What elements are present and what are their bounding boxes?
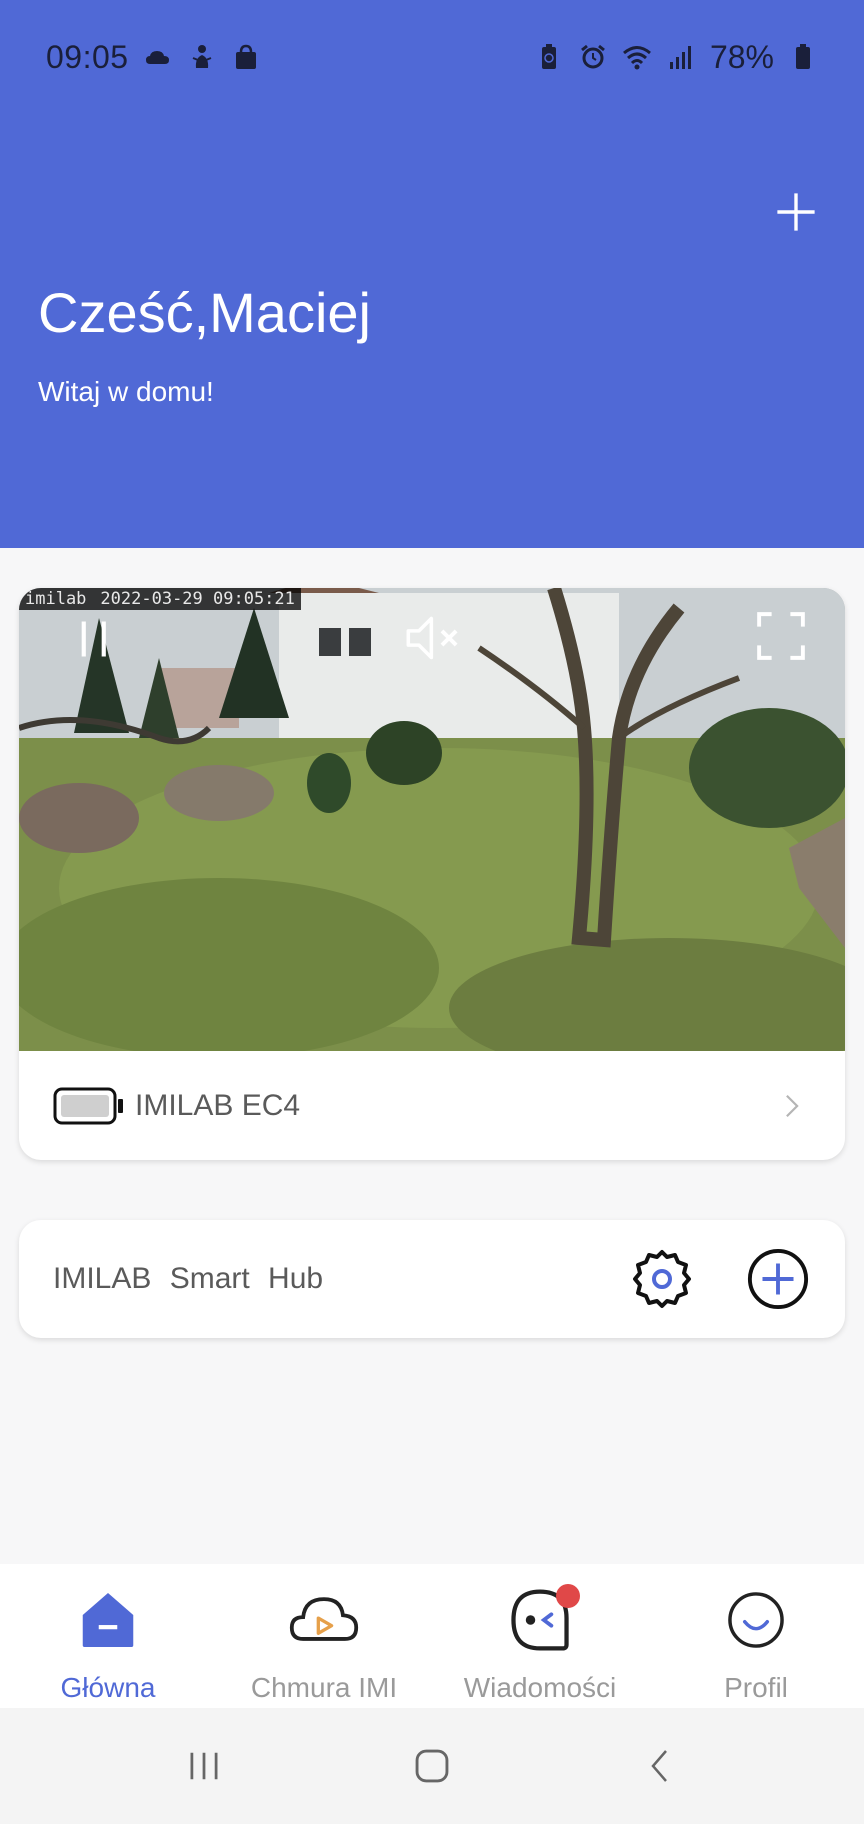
add-device-button[interactable] [770,186,822,238]
gear-icon [633,1250,691,1308]
nav-item-messages[interactable]: Wiadomości [432,1564,648,1708]
wifi-icon [622,42,652,72]
device-name: IMILAB EC4 [135,1088,301,1122]
status-time: 09:05 [46,38,129,75]
fullscreen-button[interactable] [749,604,813,668]
subgreeting: Witaj w domu! [38,376,214,407]
recents-button[interactable] [164,1726,244,1806]
notification-badge [556,1584,580,1608]
hub-card: IMILAB Smart Hub [19,1220,845,1338]
plus-icon [777,193,815,231]
device-battery-icon [53,1087,125,1125]
recents-icon [190,1752,218,1780]
camera-device-row[interactable]: IMILAB EC4 [19,1051,845,1160]
system-nav-bar [0,1708,864,1824]
chevron-right-icon [781,1086,811,1126]
hub-settings-button[interactable] [629,1246,695,1312]
figure-icon [187,42,217,72]
plus-circle-icon [747,1248,809,1310]
nav-item-profile[interactable]: Profil [648,1564,864,1708]
cloud-icon [143,42,173,72]
app-screen: 09:05 78% Cześć,Maciej Witaj w domu! imi… [0,0,864,1824]
back-icon [651,1750,667,1782]
camera-live-feed[interactable]: imilab 2022-03-29 09:05:21 [19,588,845,1051]
status-right: 78% [534,39,818,76]
pause-button[interactable] [65,614,125,664]
home-icon [70,1582,146,1658]
alarm-icon [578,42,608,72]
mute-icon [406,616,458,660]
message-icon [502,1582,580,1658]
nav-label-cloud: Chmura IMI [250,1672,398,1703]
watermark-timestamp: 2022-03-29 09:05:21 [100,589,295,609]
camera-card[interactable]: imilab 2022-03-29 09:05:21 IMILAB EC4 [19,588,845,1160]
fullscreen-icon [757,612,805,660]
nav-label-profile: Profil [724,1672,788,1703]
home-system-button[interactable] [392,1726,472,1806]
nav-item-cloud[interactable]: Chmura IMI [216,1564,432,1708]
battery-saver-icon [534,42,564,72]
nav-label-messages: Wiadomości [463,1672,617,1703]
smile-icon [718,1582,794,1658]
bottom-nav: Główna Chmura IMI Wiadomości Profil [0,1564,864,1708]
home-button-icon [415,1749,449,1783]
watermark-brand: imilab [25,589,87,609]
hub-name: IMILAB Smart Hub [53,1262,324,1295]
hub-actions [629,1246,811,1312]
battery-icon [788,42,818,72]
greeting: Cześć,Maciej [38,281,371,344]
cloud-play-icon [286,1582,362,1658]
mute-button[interactable] [399,608,469,668]
hub-add-button[interactable] [745,1246,811,1312]
status-left: 09:05 [46,39,261,76]
pause-icon [81,621,106,657]
nav-item-home[interactable]: Główna [0,1564,216,1708]
signal-icon [666,42,696,72]
status-bar: 09:05 78% [0,0,864,114]
nav-label-home: Główna [60,1672,156,1703]
battery-percent: 78% [709,38,774,75]
back-button[interactable] [620,1726,700,1806]
header: 09:05 78% Cześć,Maciej Witaj w domu! [0,0,864,548]
camera-watermark: imilab 2022-03-29 09:05:21 [19,588,301,610]
shopping-bag-icon [231,42,261,72]
